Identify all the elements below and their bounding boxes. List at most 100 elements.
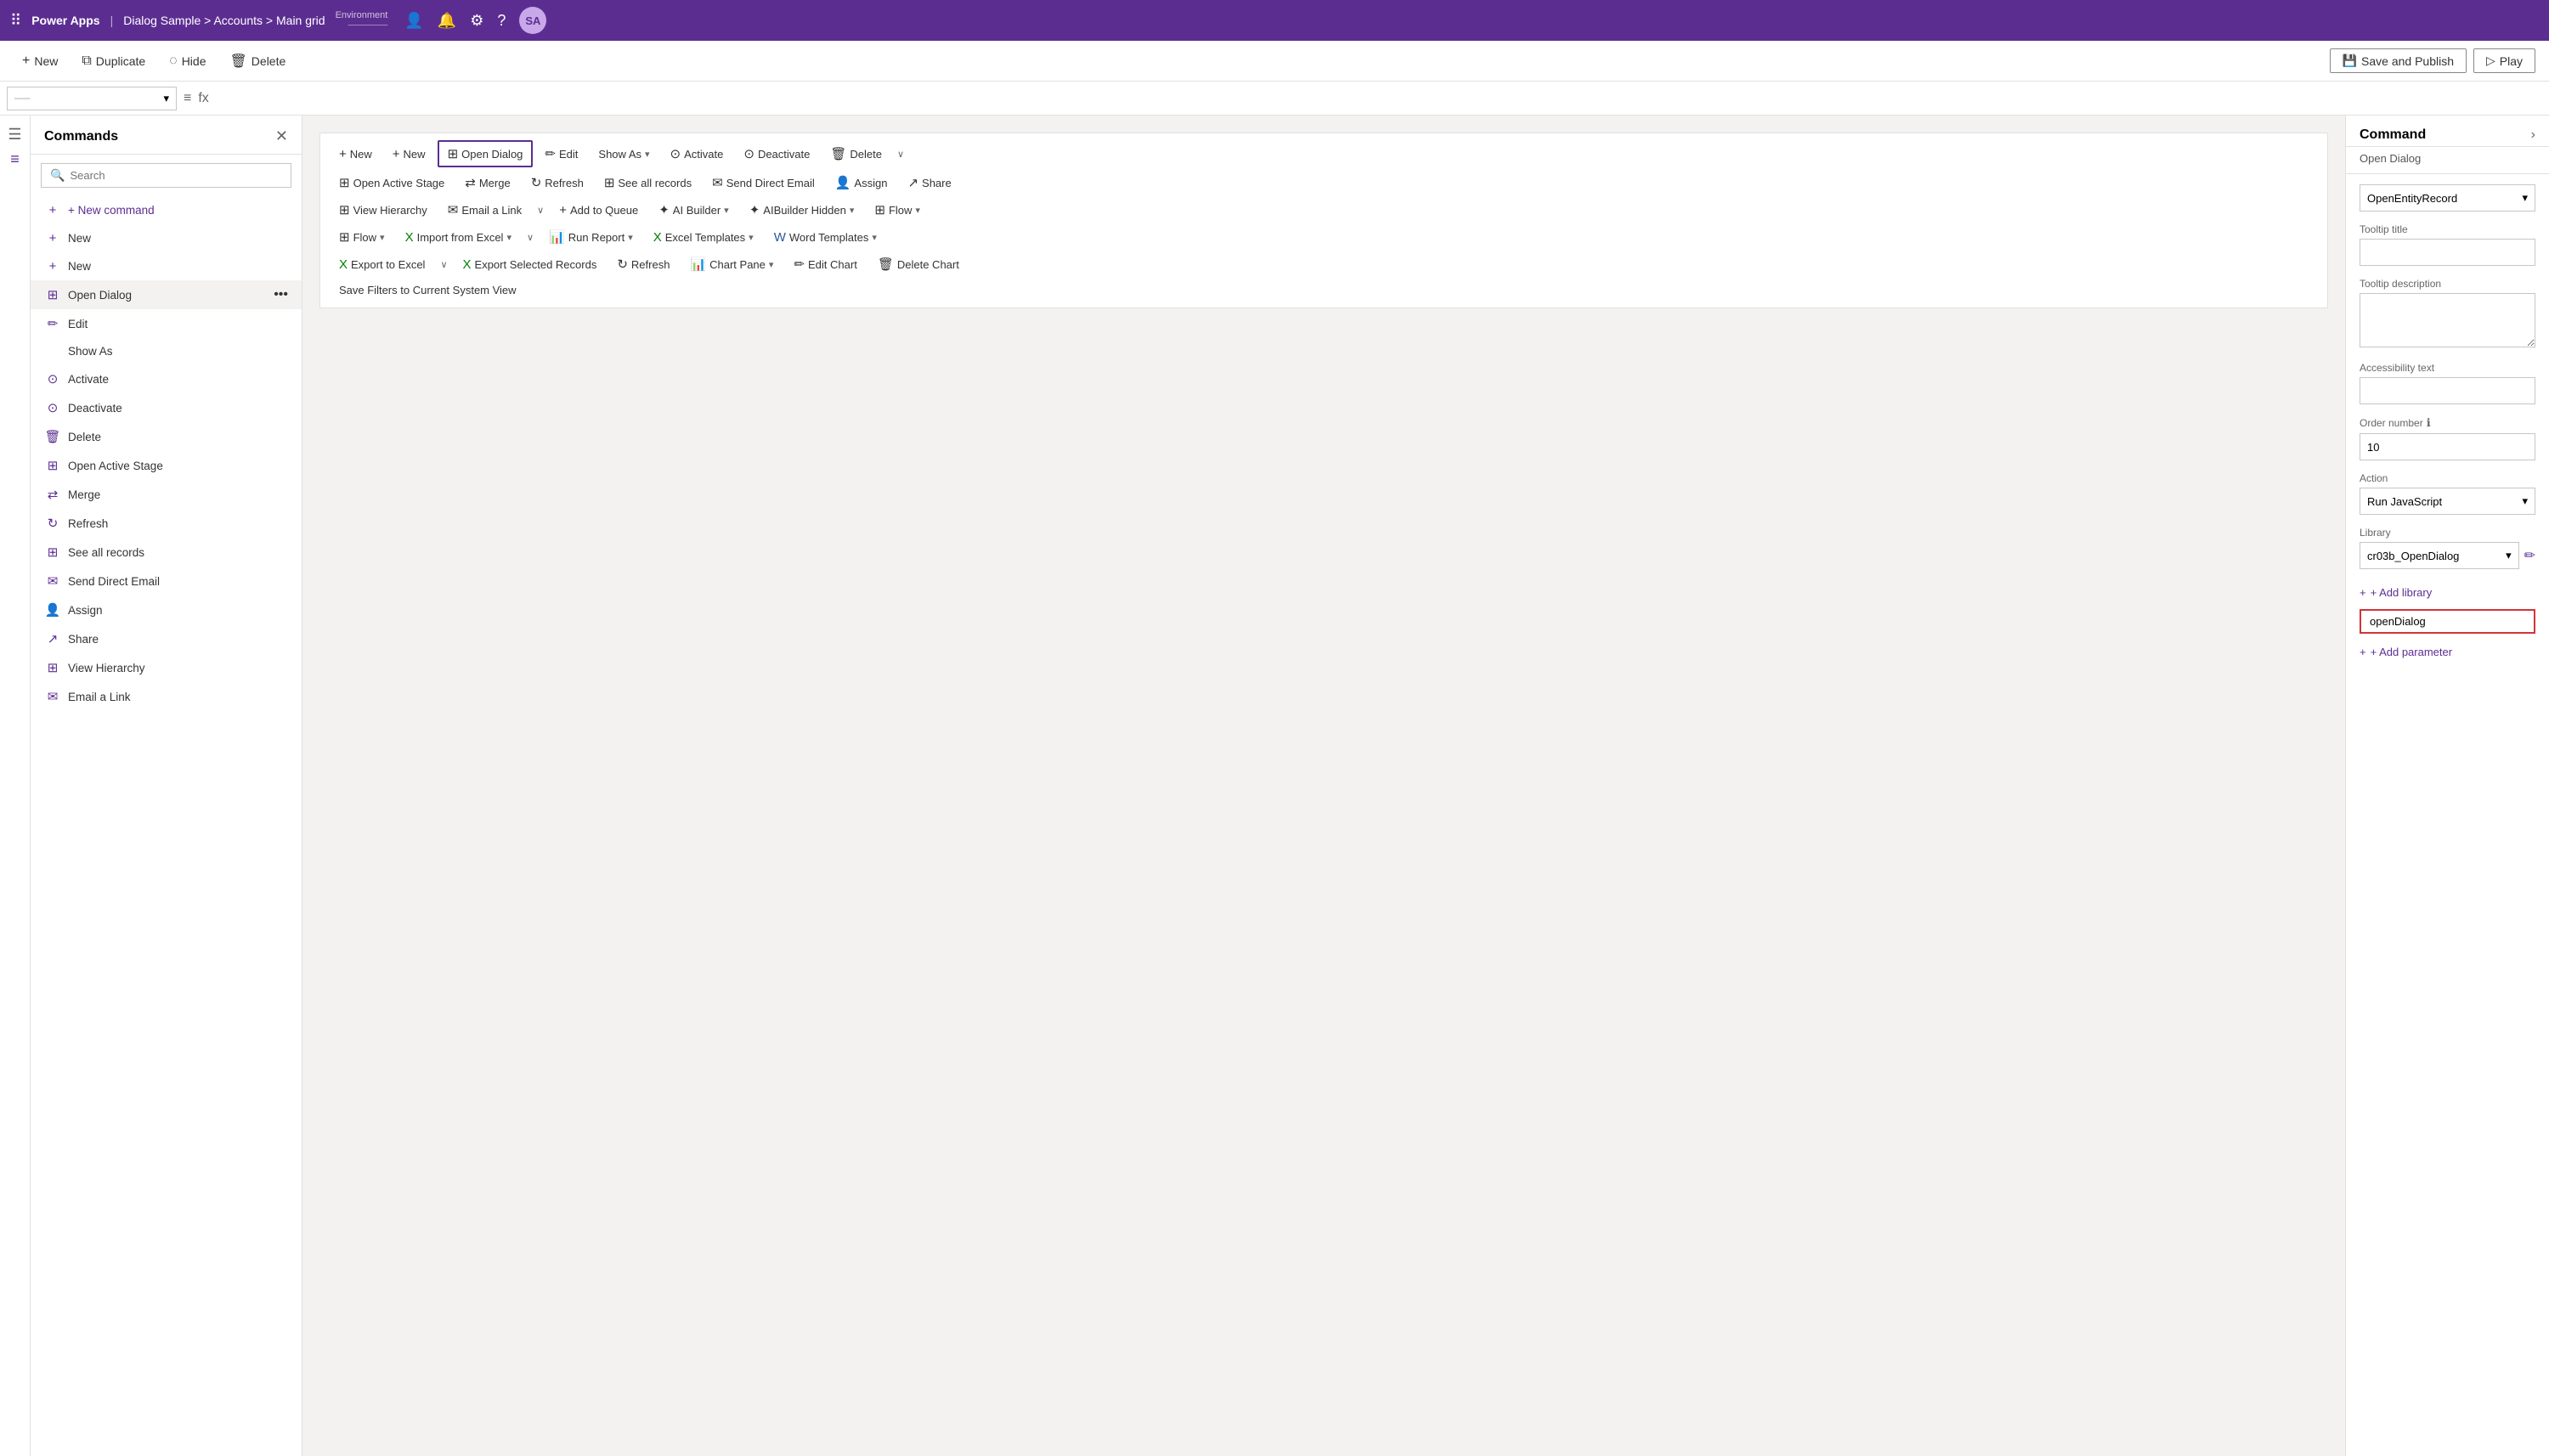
right-panel-header: Command › — [2346, 116, 2549, 147]
cmd-open-dialog[interactable]: ⊞ Open Dialog ••• — [31, 280, 302, 309]
ribbon-ai-builder[interactable]: ✦ AI Builder ▾ — [650, 198, 737, 222]
chevron-down-icon: ▾ — [645, 149, 650, 160]
stage-icon: ⊞ — [339, 175, 350, 190]
ribbon-open-dialog[interactable]: ⊞ Open Dialog — [438, 140, 534, 167]
cmd-email-a-link[interactable]: ✉ Email a Link — [31, 682, 302, 711]
ribbon-delete-chart[interactable]: 🗑 Delete Chart — [869, 252, 968, 276]
ribbon-more-4[interactable]: ∨ — [523, 228, 537, 247]
play-button[interactable]: ▷ Play — [2473, 48, 2535, 73]
more-icon[interactable]: ••• — [274, 287, 288, 302]
new-command-item[interactable]: + + New command — [31, 196, 302, 224]
share-icon: ↗ — [907, 175, 918, 190]
flow-icon: ⊞ — [874, 202, 885, 217]
cmd-deactivate[interactable]: ⊙ Deactivate — [31, 393, 302, 422]
ribbon-assign[interactable]: 👤 Assign — [827, 171, 896, 195]
ribbon-deactivate[interactable]: ⊙ Deactivate — [735, 142, 818, 166]
cmd-new-1[interactable]: + New — [31, 224, 302, 252]
ribbon-edit-chart[interactable]: ✏ Edit Chart — [785, 252, 865, 276]
add-library-button[interactable]: + + Add library — [2360, 581, 2432, 604]
cmd-activate[interactable]: ⊙ Activate — [31, 364, 302, 393]
close-button[interactable]: ✕ — [275, 127, 288, 145]
cmd-show-as[interactable]: Show As — [31, 338, 302, 364]
ribbon-merge[interactable]: ⇄ Merge — [456, 171, 518, 195]
refresh-icon: ↻ — [44, 516, 61, 531]
ribbon-more-3[interactable]: ∨ — [534, 200, 547, 220]
action-dropdown[interactable]: OpenEntityRecord ▾ — [2360, 184, 2535, 212]
cmd-share[interactable]: ↗ Share — [31, 624, 302, 653]
ribbon-aibuilder-hidden[interactable]: ✦ AIBuilder Hidden ▾ — [741, 198, 863, 222]
delete-button[interactable]: 🗑 Delete — [221, 49, 294, 73]
ribbon-new-1[interactable]: + New — [331, 143, 381, 166]
help-icon[interactable]: ? — [497, 12, 506, 30]
cmd-see-all-records[interactable]: ⊞ See all records — [31, 538, 302, 567]
ribbon-export-selected[interactable]: X Export Selected Records — [455, 253, 606, 276]
cmd-view-hierarchy[interactable]: ⊞ View Hierarchy — [31, 653, 302, 682]
ribbon-see-all-records[interactable]: ⊞ See all records — [596, 171, 700, 195]
cmd-open-active-stage[interactable]: ⊞ Open Active Stage — [31, 451, 302, 480]
ribbon-word-templates[interactable]: W Word Templates ▾ — [766, 226, 885, 249]
menu-icon[interactable]: ☰ — [8, 126, 21, 144]
accessibility-text-input[interactable] — [2360, 377, 2535, 404]
ribbon-more-1[interactable]: ∨ — [894, 144, 907, 164]
cmd-edit[interactable]: ✏ Edit — [31, 309, 302, 338]
ribbon-save-filters[interactable]: Save Filters to Current System View — [331, 279, 525, 301]
ribbon-export-excel[interactable]: X Export to Excel — [331, 253, 433, 276]
deactivate-icon: ⊙ — [44, 400, 61, 415]
ribbon-add-to-queue[interactable]: + Add to Queue — [551, 199, 647, 222]
ribbon-send-direct-email[interactable]: ✉ Send Direct Email — [704, 171, 823, 195]
expand-icon[interactable]: › — [2531, 127, 2535, 143]
ribbon-show-as[interactable]: Show As ▾ — [590, 144, 658, 165]
ribbon-view-hierarchy[interactable]: ⊞ View Hierarchy — [331, 198, 436, 222]
cmd-refresh[interactable]: ↻ Refresh — [31, 509, 302, 538]
ribbon-edit[interactable]: ✏ Edit — [536, 142, 586, 166]
new-button[interactable]: + New — [14, 50, 66, 72]
tooltip-title-input[interactable] — [2360, 239, 2535, 266]
ribbon-open-active-stage[interactable]: ⊞ Open Active Stage — [331, 171, 453, 195]
waffle-icon[interactable]: ⠿ — [10, 12, 21, 30]
ribbon-share[interactable]: ↗ Share — [899, 171, 959, 195]
records-icon: ⊞ — [604, 175, 615, 190]
cmd-merge[interactable]: ⇄ Merge — [31, 480, 302, 509]
person-icon[interactable]: 👤 — [404, 12, 423, 30]
formula-input[interactable] — [216, 87, 2542, 110]
stage-icon: ⊞ — [44, 458, 61, 473]
ribbon-run-report[interactable]: 📊 Run Report ▾ — [540, 225, 641, 249]
edit-library-icon[interactable]: ✏ — [2524, 547, 2535, 564]
save-publish-button[interactable]: 💾 Save and Publish — [2330, 48, 2467, 73]
list-icon[interactable]: ≡ — [10, 150, 20, 168]
ribbon-flow-1[interactable]: ⊞ Flow ▾ — [866, 198, 929, 222]
hide-button[interactable]: ◌ Hide — [161, 50, 214, 72]
avatar[interactable]: SA — [519, 7, 546, 34]
ribbon-new-2[interactable]: + New — [384, 143, 434, 166]
ribbon-chart-pane[interactable]: 📊 Chart Pane ▾ — [681, 252, 782, 276]
search-input[interactable] — [70, 169, 282, 182]
cmd-new-2[interactable]: + New — [31, 252, 302, 280]
ribbon-flow-2[interactable]: ⊞ Flow ▾ — [331, 225, 393, 249]
cmd-send-direct-email[interactable]: ✉ Send Direct Email — [31, 567, 302, 595]
chevron-down-icon: ▾ — [850, 205, 855, 216]
library-dropdown[interactable]: cr03b_OpenDialog ▾ — [2360, 542, 2519, 569]
order-number-input[interactable] — [2360, 433, 2535, 460]
ribbon-import-excel[interactable]: X Import from Excel ▾ — [397, 226, 520, 249]
cmd-delete[interactable]: 🗑 Delete — [31, 422, 302, 451]
left-toggle-strip: ☰ ≡ — [0, 116, 31, 1456]
gear-icon[interactable]: ⚙ — [470, 12, 483, 30]
ribbon-refresh-2[interactable]: ↻ Refresh — [608, 252, 678, 276]
save-icon: 💾 — [2343, 54, 2357, 68]
ribbon-delete[interactable]: 🗑 Delete — [822, 142, 890, 166]
formula-dropdown[interactable]: ── ▾ — [7, 87, 177, 110]
cmd-assign[interactable]: 👤 Assign — [31, 595, 302, 624]
plus-icon: + — [393, 147, 400, 161]
tooltip-description-input[interactable] — [2360, 293, 2535, 347]
ribbon-refresh[interactable]: ↻ Refresh — [523, 171, 592, 195]
ribbon-email-link[interactable]: ✉ Email a Link — [439, 198, 530, 222]
action-value-dropdown[interactable]: Run JavaScript ▾ — [2360, 488, 2535, 515]
bell-icon[interactable]: 🔔 — [438, 12, 456, 30]
chevron-down-icon: ▾ — [2522, 494, 2528, 508]
excel-icon: X — [339, 257, 348, 272]
ribbon-activate[interactable]: ⊙ Activate — [662, 142, 732, 166]
ribbon-excel-templates[interactable]: X Excel Templates ▾ — [645, 226, 762, 249]
add-parameter-button[interactable]: + + Add parameter — [2360, 641, 2452, 663]
duplicate-button[interactable]: ⧉ Duplicate — [73, 50, 154, 72]
ribbon-more-5[interactable]: ∨ — [437, 255, 450, 274]
